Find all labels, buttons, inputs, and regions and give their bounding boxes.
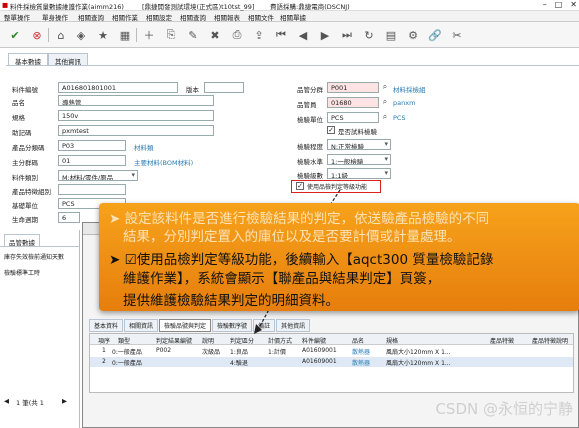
callout-line: ➤ ☑使用品檢判定等級功能，後續輸入【aqct300 質量檢驗記錄 bbox=[109, 252, 494, 268]
callout-line: 提供維護檢驗結果判定的明細資料。 bbox=[123, 293, 339, 309]
callout-line: 結果，分別判定置入的庫位以及是否要計價或計量處理。 bbox=[123, 229, 461, 245]
callout-line: ➤ 設定該料件是否進行檢驗結果的判定，依送驗產品檢驗的不同 bbox=[109, 211, 490, 227]
watermark: CSDN @永恒的宁静 bbox=[435, 400, 573, 418]
callout-line: 維護作業】，系統會顯示【聯產品與結果判定】頁簽， bbox=[123, 271, 441, 287]
annotation-callout: ➤ 設定該料件是否進行檢驗結果的判定，依送驗產品檢驗的不同 結果，分別判定置入的… bbox=[99, 203, 579, 311]
